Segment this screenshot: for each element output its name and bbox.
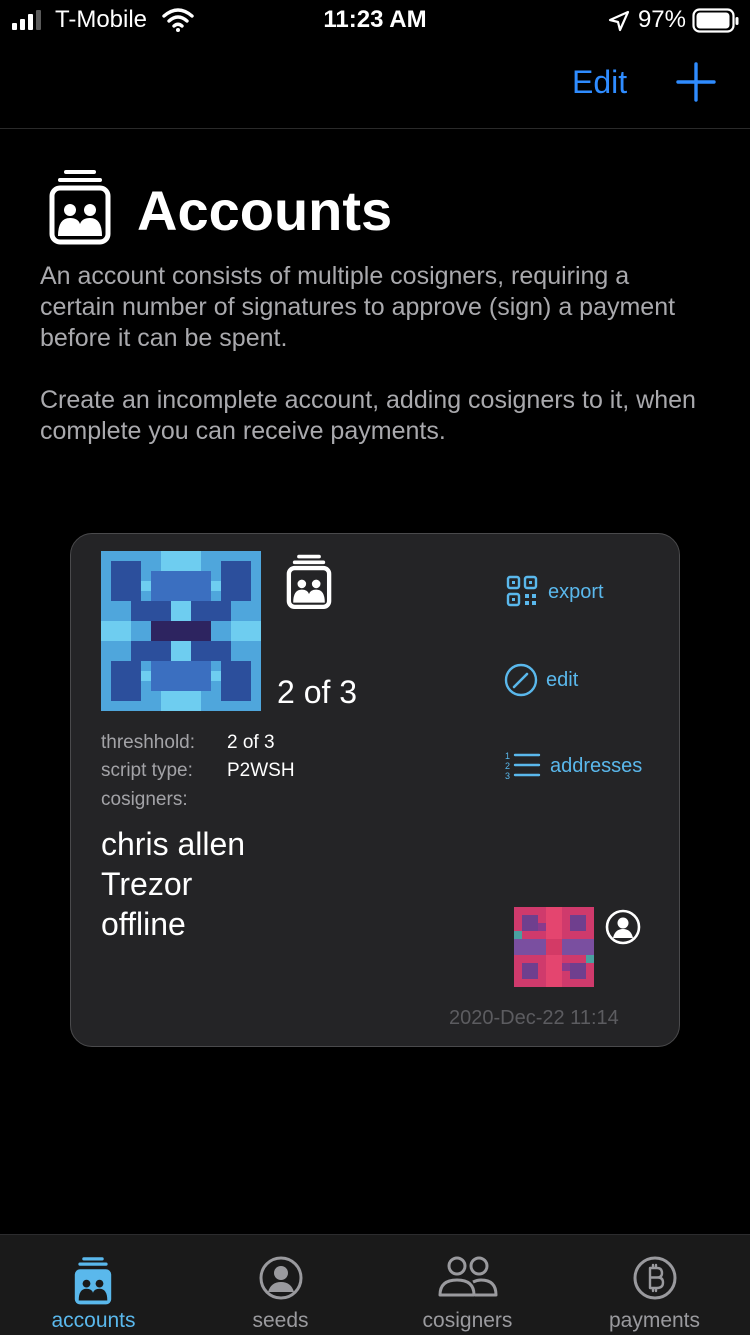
- edit-account-button[interactable]: edit: [546, 669, 578, 692]
- threshold-value: 2 of 3: [227, 732, 275, 753]
- description-text-2: Create an incomplete account, adding cos…: [40, 386, 696, 445]
- cosigner-name: chris allen: [101, 826, 246, 862]
- tab-accounts[interactable]: accounts: [0, 1235, 187, 1335]
- accounts-icon: [49, 170, 111, 245]
- battery-icon: [692, 8, 739, 33]
- account-card[interactable]: 2 of 3 threshhold: 2 of 3 script type: P…: [70, 533, 680, 1047]
- tab-payments[interactable]: payments: [561, 1235, 748, 1335]
- location-icon: [608, 10, 630, 32]
- numbered-list-icon[interactable]: 1 2 3: [505, 750, 541, 780]
- addresses-button[interactable]: addresses: [550, 755, 642, 778]
- status-bar: T-Mobile 11:23 AM 97%: [0, 0, 750, 44]
- cosigners-label: cosigners:: [101, 789, 188, 810]
- tab-seeds[interactable]: seeds: [187, 1235, 374, 1335]
- battery-percent: 97%: [637, 6, 686, 33]
- tab-label: accounts: [51, 1309, 136, 1332]
- export-button[interactable]: export: [548, 581, 604, 604]
- cosigners-tab-icon: [438, 1256, 498, 1297]
- quorum-text: 2 of 3: [277, 674, 358, 710]
- tab-bar: accounts seeds cosigners payments: [0, 1234, 750, 1335]
- cosigner-name: Trezor: [101, 866, 193, 902]
- accounts-tab-icon: [74, 1257, 112, 1305]
- script-type-label: script type:: [101, 760, 193, 781]
- tab-label: seeds: [252, 1309, 309, 1332]
- account-type-icon: [286, 554, 332, 610]
- cosigner-identicon: [514, 907, 594, 987]
- add-button[interactable]: [676, 62, 716, 102]
- page-title: Accounts: [137, 179, 393, 242]
- bitcoin-icon: [633, 1256, 677, 1300]
- svg-text:3: 3: [505, 771, 510, 780]
- person-icon: [605, 909, 641, 945]
- script-type-value: P2WSH: [227, 760, 295, 781]
- account-date: 2020-Dec-22 11:14: [449, 1007, 619, 1029]
- tab-label: cosigners: [422, 1309, 513, 1332]
- seeds-tab-icon: [259, 1256, 303, 1300]
- nav-divider: [0, 128, 750, 129]
- svg-text:2: 2: [505, 761, 510, 771]
- tab-label: payments: [608, 1309, 701, 1332]
- edit-icon[interactable]: [504, 663, 538, 697]
- tab-cosigners[interactable]: cosigners: [374, 1235, 561, 1335]
- svg-text:1: 1: [505, 751, 510, 761]
- account-identicon: [101, 551, 261, 711]
- edit-button[interactable]: Edit: [572, 64, 627, 101]
- threshold-label: threshhold:: [101, 732, 196, 753]
- cosigner-name: offline: [101, 906, 186, 942]
- description-text-1: An account consists of multiple cosigner…: [40, 262, 676, 352]
- qr-code-icon[interactable]: [506, 575, 538, 607]
